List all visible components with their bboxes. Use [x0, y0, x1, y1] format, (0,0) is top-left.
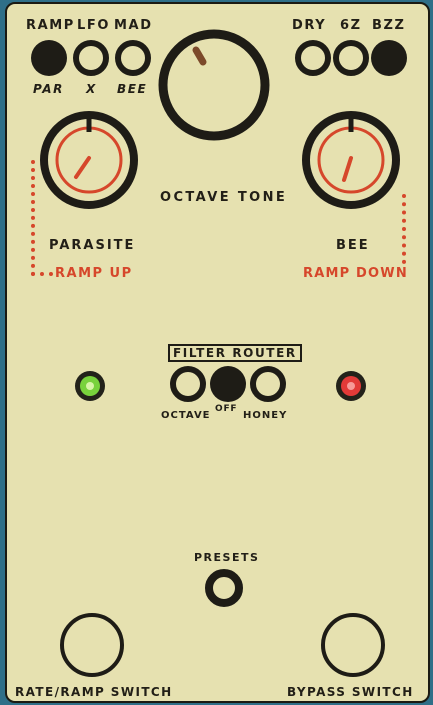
bee-ramp-label: RAMP DOWN — [303, 266, 408, 281]
bee-ramp-indicator — [402, 194, 406, 264]
filter-selector-honey[interactable] — [250, 366, 286, 402]
mix-label-bzz: BZZ — [372, 18, 406, 33]
bee-label: BEE — [336, 238, 370, 253]
bypass-footswitch[interactable] — [321, 613, 385, 677]
parasite-knob[interactable] — [39, 110, 139, 210]
parasite-ramp-label: RAMP UP — [55, 266, 133, 281]
parasite-label: PARASITE — [49, 238, 136, 253]
target-label-bee: BEE — [117, 82, 148, 96]
mix-selector-bzz[interactable] — [371, 40, 407, 76]
mix-selector-6z[interactable] — [333, 40, 369, 76]
mode-label-ramp: RAMP — [26, 18, 75, 33]
filter-router-title: FILTER ROUTER — [168, 344, 302, 362]
mix-label-dry: DRY — [292, 18, 327, 33]
filter-selector-off[interactable] — [210, 366, 246, 402]
mix-selector-dry[interactable] — [295, 40, 331, 76]
filter-selector-octave[interactable] — [170, 366, 206, 402]
target-label-par: PAR — [33, 82, 65, 96]
bypass-switch-label: BYPASS SWITCH — [287, 685, 414, 699]
mode-label-mad: MAD — [114, 18, 153, 33]
red-led — [336, 371, 366, 401]
rate-ramp-switch-label: RATE/RAMP SWITCH — [15, 685, 173, 699]
filter-label-honey: HONEY — [243, 410, 288, 421]
parasite-ramp-indicator — [31, 160, 53, 276]
presets-button[interactable] — [205, 569, 243, 607]
green-led — [75, 371, 105, 401]
octave-tone-knob[interactable] — [155, 26, 273, 144]
mode-label-lfo: LFO — [77, 18, 111, 33]
pedal-panel: RAMP LFO MAD PAR X BEE DRY 6Z BZZ OCTAVE… — [5, 2, 430, 703]
target-label-x: X — [86, 82, 97, 96]
filter-label-off: OFF — [215, 404, 238, 414]
filter-label-octave: OCTAVE — [161, 410, 211, 421]
mix-label-6z: 6Z — [340, 18, 362, 33]
mode-selector-ramp[interactable] — [31, 40, 67, 76]
presets-label: PRESETS — [194, 551, 260, 564]
bee-knob[interactable] — [301, 110, 401, 210]
rate-ramp-footswitch[interactable] — [60, 613, 124, 677]
mode-selector-mad[interactable] — [115, 40, 151, 76]
mode-selector-lfo[interactable] — [73, 40, 109, 76]
octave-tone-label: OCTAVE TONE — [160, 190, 288, 205]
